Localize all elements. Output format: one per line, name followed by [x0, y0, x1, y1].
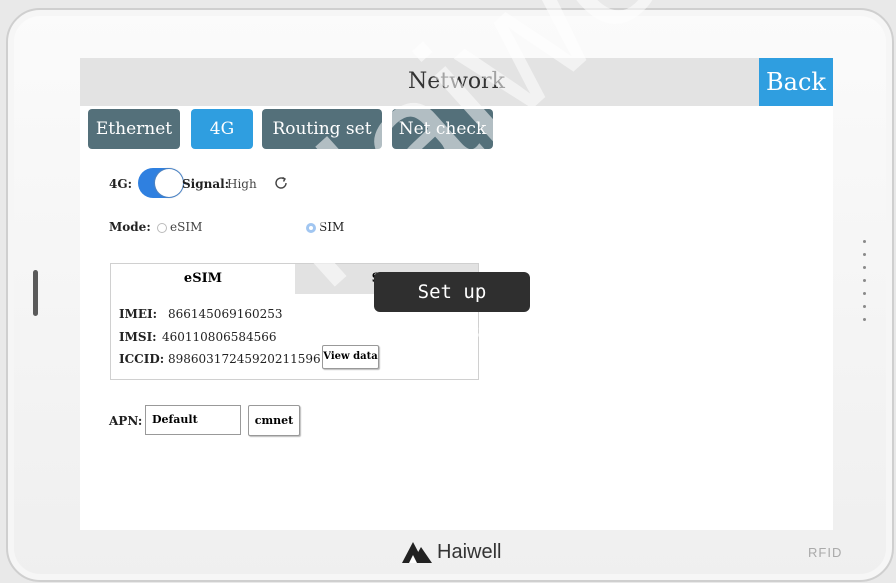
mode-label: Mode: [109, 220, 151, 234]
refresh-icon[interactable] [273, 175, 289, 191]
screen: Network Back Ethernet 4G Routing set Net… [80, 58, 833, 530]
tab-net-check[interactable]: Net check [392, 109, 493, 149]
sim-radio[interactable] [306, 223, 316, 233]
cmnet-button[interactable]: cmnet [248, 405, 300, 436]
apn-label: APN: [109, 414, 143, 428]
signal-label: Signal: [182, 177, 230, 191]
tab-4g[interactable]: 4G [191, 109, 253, 149]
tab-routing-set[interactable]: Routing set [262, 109, 382, 149]
4g-label: 4G: [109, 177, 133, 191]
imsi-value: 460110806584566 [162, 330, 277, 344]
back-button[interactable]: Back [759, 58, 833, 106]
haiwell-logo-icon [402, 542, 432, 563]
view-data-button[interactable]: View data [322, 345, 379, 369]
toggle-knob [155, 169, 183, 197]
side-slot [33, 270, 38, 316]
tab-ethernet[interactable]: Ethernet [88, 109, 180, 149]
imsi-label: IMSI: [119, 330, 157, 344]
brand-name: Haiwell [437, 541, 502, 563]
speaker-dots [862, 240, 868, 331]
esim-option-label: eSIM [170, 220, 203, 234]
iccid-value: 89860317245920211596 [168, 352, 321, 366]
imei-value: 866145069160253 [168, 307, 283, 321]
page-title: Network [407, 69, 506, 94]
rfid-label: RFID [808, 545, 843, 560]
sim-option-label: SIM [319, 220, 345, 234]
esim-radio[interactable] [157, 223, 167, 233]
apn-field[interactable]: Default [145, 405, 241, 435]
toast-message: Set up success [374, 272, 530, 343]
signal-value: High [227, 177, 257, 191]
iccid-label: ICCID: [119, 352, 165, 366]
4g-toggle[interactable] [138, 168, 184, 198]
subtab-esim[interactable]: eSIM [111, 264, 295, 294]
imei-label: IMEI: [119, 307, 158, 321]
